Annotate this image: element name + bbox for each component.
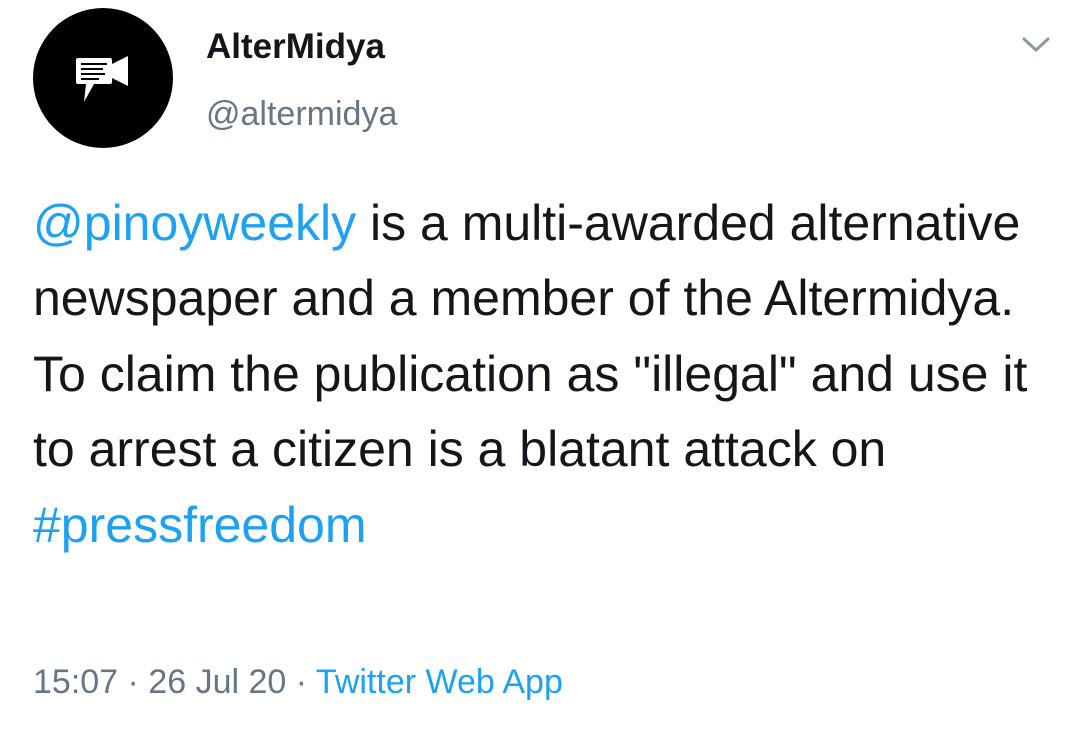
video-camera-speech-bubble-icon [76, 56, 128, 102]
tweet-text: @pinoyweekly is a multi-awarded alternat… [33, 186, 1053, 563]
hashtag-link[interactable]: #pressfreedom [33, 497, 367, 553]
meta-separator: · [286, 663, 316, 701]
mention-link[interactable]: @pinoyweekly [33, 195, 356, 251]
tweet-meta: 15:07 · 26 Jul 20 · Twitter Web App [33, 660, 563, 704]
chevron-down-icon [1022, 37, 1050, 52]
user-handle[interactable]: @altermidya [206, 92, 397, 136]
tweet-menu-button[interactable] [1016, 30, 1056, 60]
display-name[interactable]: AlterMidya [206, 25, 385, 69]
tweet-source-link[interactable]: Twitter Web App [316, 663, 563, 701]
tweet-date[interactable]: 26 Jul 20 [148, 663, 286, 701]
meta-separator: · [118, 663, 149, 701]
tweet-time[interactable]: 15:07 [33, 663, 118, 701]
avatar[interactable] [33, 8, 173, 148]
